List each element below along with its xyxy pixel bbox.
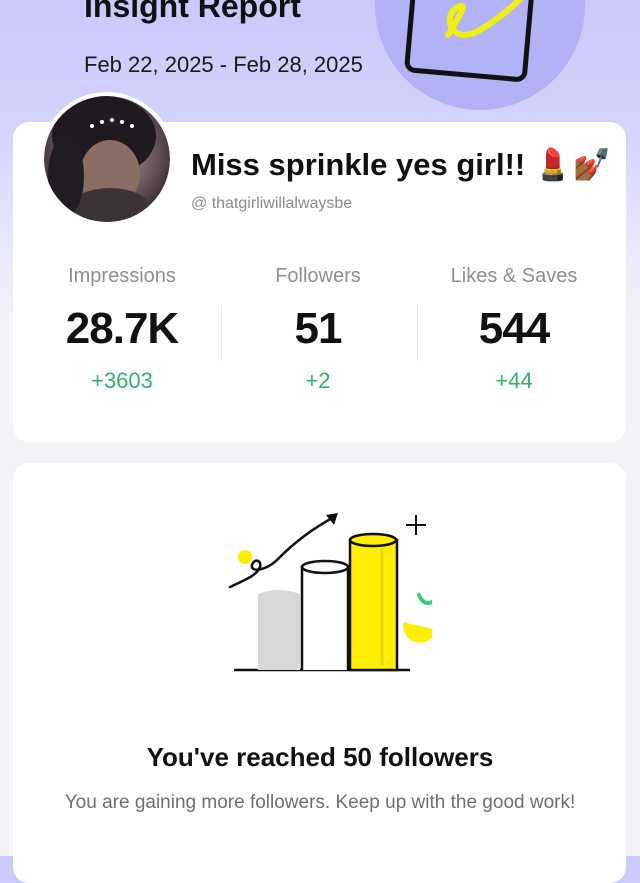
stat-delta: +44 xyxy=(495,368,533,393)
stat-delta: +3603 xyxy=(91,368,153,393)
profile-handle: @ thatgirliwillalwaysbe xyxy=(191,195,353,212)
avatar-photo xyxy=(44,96,170,222)
stat-label: Impressions xyxy=(68,265,176,287)
stat-label: Likes & Saves xyxy=(450,265,578,287)
stat-likes-saves: Likes & Saves 544 +44 xyxy=(414,265,614,394)
stat-value: 544 xyxy=(478,304,550,353)
milestone-text: You are gaining more followers. Keep up … xyxy=(64,792,576,813)
milestone-title: You've reached 50 followers xyxy=(146,742,494,772)
stat-value: 51 xyxy=(294,304,343,353)
stat-delta: +2 xyxy=(305,368,331,393)
report-illustration-icon xyxy=(375,0,585,110)
date-range: Feb 22, 2025 - Feb 28, 2025 xyxy=(84,52,363,77)
stat-label: Followers xyxy=(275,265,361,287)
avatar[interactable] xyxy=(44,96,170,222)
growth-chart-illustration-icon xyxy=(228,513,432,672)
page-title: Insight Report xyxy=(84,0,301,24)
stat-followers: Followers 51 +2 xyxy=(218,265,418,394)
stat-impressions: Impressions 28.7K +3603 xyxy=(22,265,222,394)
profile-name: Miss sprinkle yes girl!! 💄💅🏾 xyxy=(191,147,612,182)
stat-value: 28.7K xyxy=(65,304,179,353)
